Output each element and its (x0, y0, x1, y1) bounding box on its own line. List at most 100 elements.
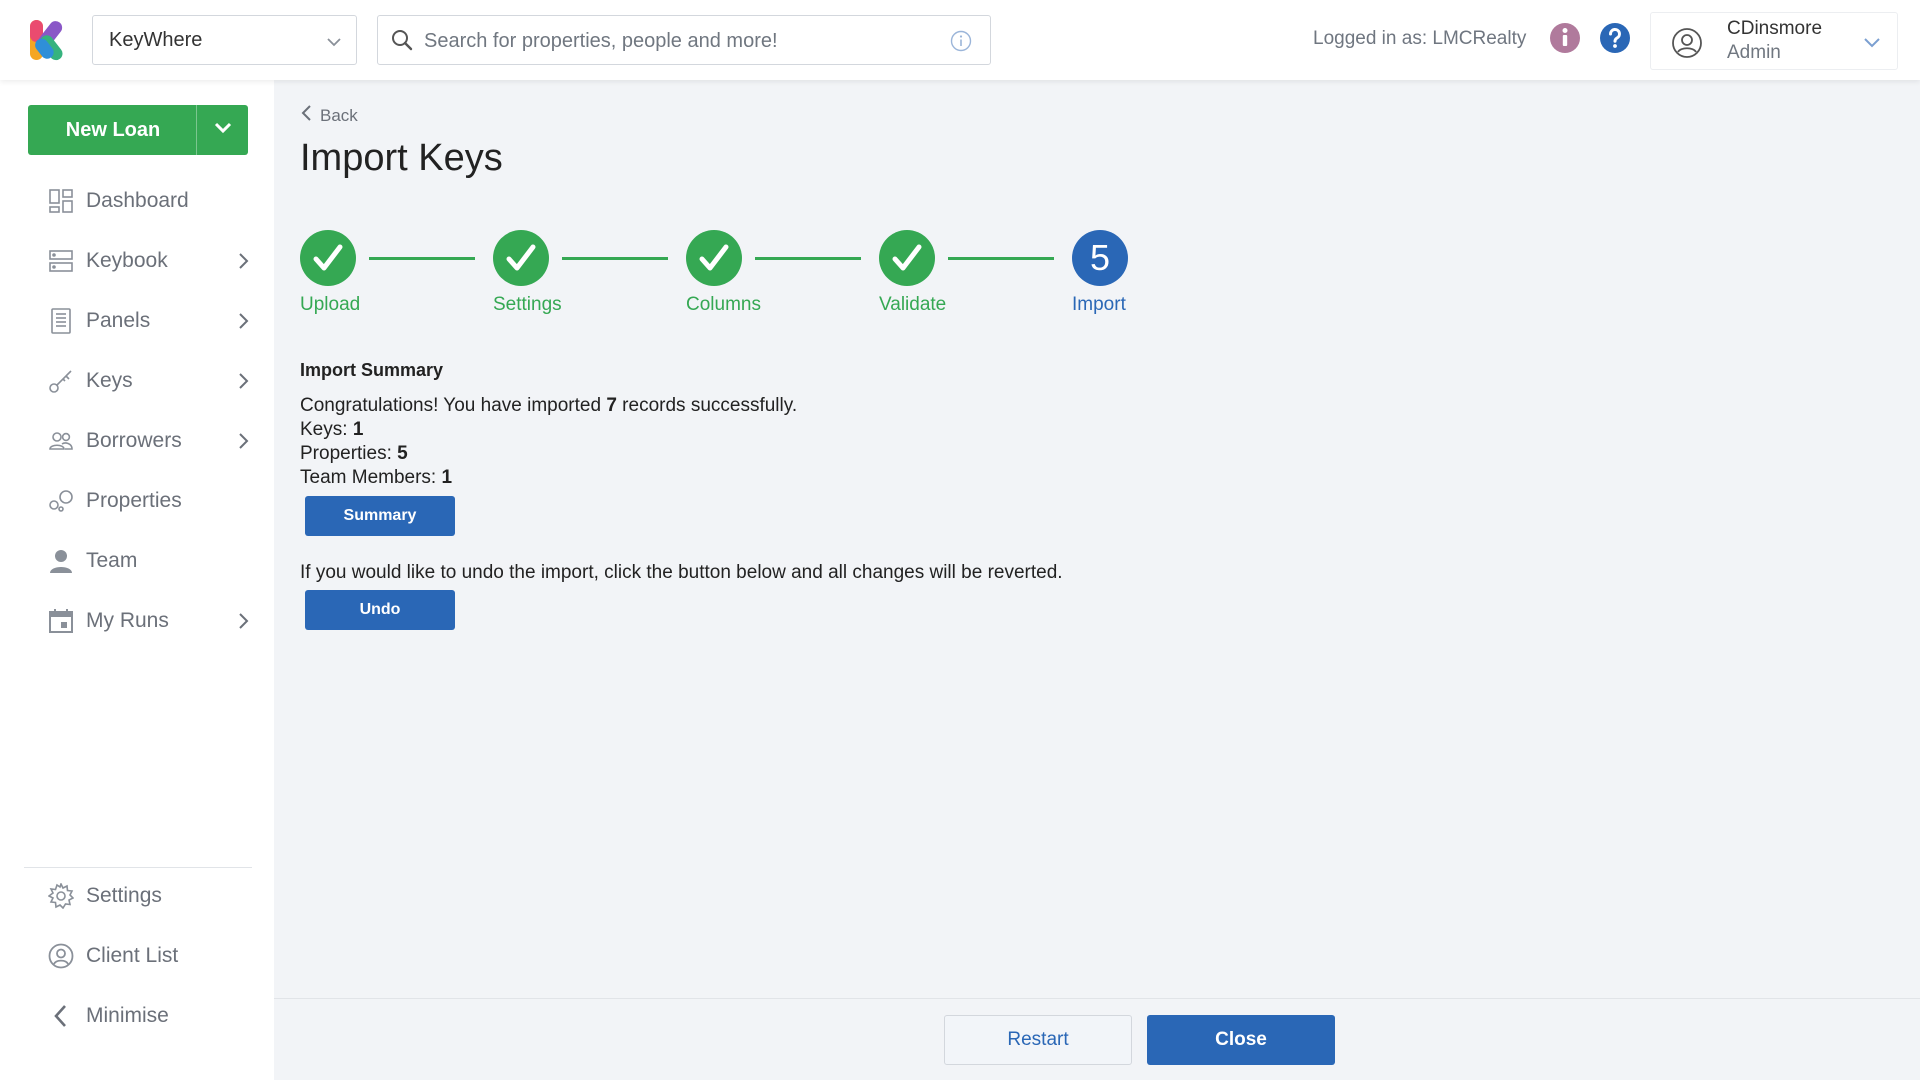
client-list-icon (48, 943, 74, 969)
chevron-left-icon (48, 1003, 74, 1029)
chevron-down-icon (213, 118, 233, 143)
step-label: Upload (300, 294, 361, 315)
step-validate: Validate (879, 230, 946, 315)
chevron-right-icon (234, 372, 252, 395)
sidebar-item-my-runs[interactable]: My Runs (20, 598, 264, 644)
sidebar-item-label: Properties (86, 489, 182, 512)
close-button[interactable]: Close (1147, 1015, 1335, 1065)
dashboard-icon (48, 188, 74, 214)
congratulations-text: Congratulations! You have imported 7 rec… (300, 395, 797, 417)
new-loan-button[interactable]: New Loan (28, 105, 248, 155)
new-loan-dropdown-toggle[interactable] (196, 105, 248, 155)
step-connector (755, 257, 861, 260)
sidebar-item-client-list[interactable]: Client List (20, 933, 264, 979)
step-connector (948, 257, 1054, 260)
sidebar-item-label: Client List (86, 944, 179, 967)
properties-icon (48, 488, 74, 514)
sidebar-item-label: Dashboard (86, 189, 189, 212)
logged-in-label: Logged in as: LMCRealty (1313, 28, 1527, 49)
gear-icon (47, 881, 75, 910)
info-outline-icon[interactable] (950, 30, 972, 57)
sidebar-item-borrowers[interactable]: Borrowers (20, 418, 264, 464)
keybook-icon (48, 248, 74, 274)
page-title: Import Keys (300, 137, 503, 179)
properties-value: 5 (397, 443, 408, 464)
global-search[interactable] (377, 15, 991, 65)
team-members-count-line: Team Members: 1 (300, 467, 452, 489)
sidebar-item-dashboard[interactable]: Dashboard (20, 178, 264, 224)
chevron-right-icon (234, 252, 252, 275)
user-role: Admin (1727, 42, 1781, 63)
step-label: Import (1072, 294, 1126, 315)
team-members-label: Team Members: (300, 467, 442, 488)
chevron-right-icon (234, 432, 252, 455)
back-label: Back (320, 105, 358, 125)
sidebar-divider (24, 867, 252, 868)
step-columns: Columns (686, 230, 761, 315)
undo-button[interactable]: Undo (305, 590, 455, 630)
step-connector (562, 257, 668, 260)
step-label: Settings (493, 294, 562, 315)
sidebar-item-team[interactable]: Team (20, 538, 264, 584)
check-icon (879, 230, 935, 286)
user-avatar-icon (1671, 27, 1703, 64)
organisation-select-value: KeyWhere (109, 28, 203, 51)
wizard-footer: Restart Close (274, 998, 1920, 1080)
key-icon (48, 368, 74, 394)
sidebar-item-keys[interactable]: Keys (20, 358, 264, 404)
sidebar-item-settings[interactable]: Settings (20, 873, 264, 919)
summary-button[interactable]: Summary (305, 496, 455, 536)
search-input[interactable] (424, 24, 924, 58)
sidebar-item-label: Keys (86, 369, 133, 392)
sidebar-item-label: Team (86, 549, 138, 572)
top-header: KeyWhere Logged in as: LMCRealty CDinsmo… (0, 0, 1920, 80)
keys-label: Keys: (300, 419, 353, 440)
sidebar-item-label: Borrowers (86, 429, 182, 452)
search-icon (390, 28, 414, 57)
check-icon (300, 230, 356, 286)
chevron-left-icon (300, 104, 312, 127)
info-icon[interactable] (1548, 21, 1582, 60)
step-label: Validate (879, 294, 947, 315)
keys-value: 1 (352, 419, 364, 440)
help-icon[interactable] (1598, 21, 1632, 60)
congrats-text-before: Congratulations! You have imported (300, 395, 607, 416)
properties-label: Properties: (300, 443, 398, 464)
user-menu[interactable]: CDinsmore Admin (1650, 12, 1898, 70)
sidebar-item-label: Minimise (86, 1004, 169, 1027)
step-label: Columns (686, 294, 761, 315)
record-count: 7 (606, 395, 617, 416)
sidebar: New Loan Dashboard Keybook Panels Keys B… (0, 80, 274, 1080)
borrowers-icon (48, 428, 74, 454)
sidebar-item-label: Keybook (86, 249, 168, 272)
check-icon (686, 230, 742, 286)
sidebar-item-label: Settings (86, 884, 162, 907)
organisation-select[interactable]: KeyWhere (92, 15, 357, 65)
keywhere-logo-icon[interactable] (28, 18, 70, 62)
congrats-text-after: records successfully. (616, 395, 798, 416)
import-summary-heading: Import Summary (300, 360, 444, 380)
step-number: 5 (1072, 230, 1128, 286)
restart-button[interactable]: Restart (944, 1015, 1132, 1065)
sidebar-item-label: Panels (86, 309, 151, 332)
check-icon (493, 230, 549, 286)
keys-count-line: Keys: 1 (300, 419, 363, 441)
back-link[interactable]: Back (300, 104, 358, 127)
chevron-down-icon (326, 33, 342, 56)
properties-count-line: Properties: 5 (300, 443, 408, 465)
sidebar-item-minimise[interactable]: Minimise (20, 993, 264, 1039)
team-icon (48, 548, 74, 574)
chevron-right-icon (234, 312, 252, 335)
user-name: CDinsmore (1727, 18, 1823, 39)
step-upload: Upload (300, 230, 360, 315)
sidebar-item-keybook[interactable]: Keybook (20, 238, 264, 284)
sidebar-item-properties[interactable]: Properties (20, 478, 264, 524)
chevron-down-icon (1863, 33, 1881, 56)
chevron-right-icon (234, 612, 252, 635)
step-import: 5 Import (1072, 230, 1128, 315)
step-settings: Settings (493, 230, 562, 315)
panels-icon (48, 308, 74, 334)
sidebar-item-panels[interactable]: Panels (20, 298, 264, 344)
new-loan-label: New Loan (65, 118, 161, 141)
step-connector (369, 257, 475, 260)
